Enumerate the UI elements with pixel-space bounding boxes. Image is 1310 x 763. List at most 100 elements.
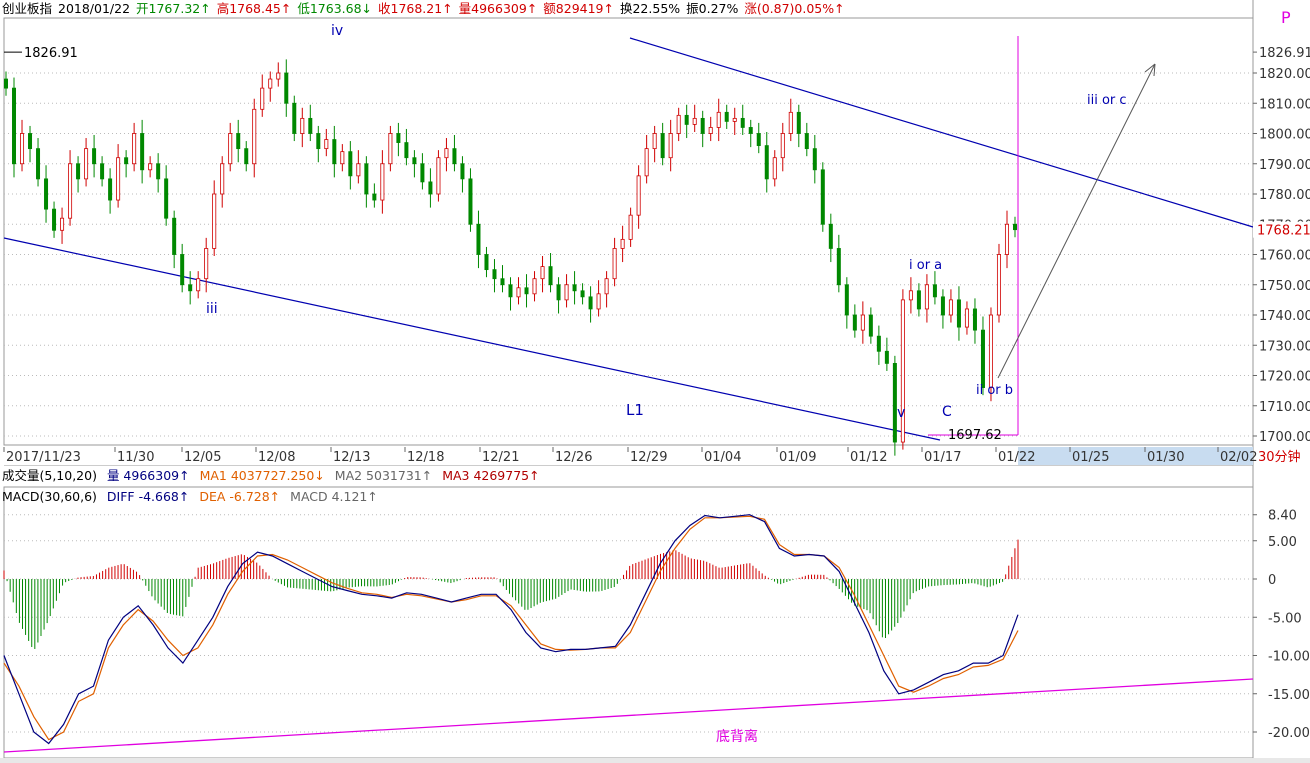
candle-body bbox=[380, 163, 385, 201]
time-tick-label: 12/26 bbox=[555, 450, 592, 465]
candle-body bbox=[428, 181, 433, 195]
close-price: 收1768.21↑ bbox=[378, 1, 453, 16]
candle-body bbox=[236, 133, 241, 150]
candle-body bbox=[52, 208, 57, 231]
time-tick-label: 12/08 bbox=[258, 450, 295, 465]
candle-body bbox=[484, 254, 489, 271]
candle-body bbox=[492, 269, 497, 280]
price-tick-label: 1700.00 bbox=[1259, 430, 1310, 445]
candle-body bbox=[796, 111, 801, 134]
candle-body bbox=[532, 278, 537, 295]
candle-body bbox=[716, 111, 721, 128]
candle-body bbox=[36, 148, 41, 180]
candle-body bbox=[772, 157, 777, 180]
time-tick-label: 11/30 bbox=[117, 450, 154, 465]
candle-body bbox=[300, 117, 305, 134]
macd-tick-label: -20.00 bbox=[1268, 726, 1310, 741]
candle-body bbox=[516, 287, 521, 298]
candle-body bbox=[668, 133, 673, 159]
candle-body bbox=[828, 223, 833, 249]
candle-body bbox=[996, 254, 1001, 316]
candle-body bbox=[180, 254, 185, 286]
upper-channel-line bbox=[629, 37, 1254, 228]
candle-body bbox=[260, 87, 265, 110]
divergence-trend-line bbox=[3, 678, 1254, 753]
candle-body bbox=[92, 148, 97, 165]
wave-label-C: C bbox=[942, 404, 952, 420]
candle-body bbox=[452, 148, 457, 165]
time-tick-label: 01/22 bbox=[998, 450, 1035, 465]
candle-body bbox=[164, 178, 169, 219]
candle-body bbox=[116, 157, 121, 201]
wave-label-iii-or-c: iii or c bbox=[1087, 93, 1127, 108]
candle-body bbox=[28, 133, 33, 150]
candle-body bbox=[932, 284, 937, 298]
candle-body bbox=[692, 117, 697, 125]
macd-diff: DIFF -4.668↑ bbox=[106, 489, 190, 504]
macd-frame bbox=[3, 486, 1254, 759]
candle-body bbox=[676, 114, 681, 134]
candle-body bbox=[748, 127, 753, 134]
volume-indicator-line: 成交量(5,10,20) 量 4966309↑ MA1 4037727.250↓… bbox=[2, 468, 546, 484]
macd-value: MACD 4.121↑ bbox=[290, 489, 378, 504]
candle-body bbox=[540, 266, 545, 280]
candle-body bbox=[20, 133, 25, 165]
price-tick-label: 1800.00 bbox=[1259, 128, 1310, 143]
candle-body bbox=[732, 117, 737, 122]
macd-title[interactable]: MACD(30,60,6) bbox=[2, 489, 97, 504]
candle-body bbox=[628, 214, 633, 240]
candle-body bbox=[564, 284, 569, 301]
candle-body bbox=[788, 111, 793, 134]
volume-ma3: MA3 4269775↑ bbox=[442, 468, 540, 483]
macd-tick-label: -10.00 bbox=[1268, 650, 1310, 665]
index-name: 创业板指 bbox=[2, 1, 53, 16]
candle-body bbox=[148, 163, 153, 171]
candle-body bbox=[100, 163, 105, 180]
candle-body bbox=[212, 193, 217, 249]
candle-body bbox=[724, 111, 729, 122]
macd-tick-label: 5.00 bbox=[1268, 535, 1297, 550]
candle-body bbox=[956, 299, 961, 328]
candle-body bbox=[476, 223, 481, 255]
quote-date: 2018/01/22 bbox=[58, 1, 131, 16]
candle-body bbox=[892, 362, 897, 443]
candle-body bbox=[292, 102, 297, 134]
price-tick-label: 1820.00 bbox=[1259, 67, 1310, 82]
candle-body bbox=[548, 266, 553, 286]
volume-title[interactable]: 成交量(5,10,20) bbox=[2, 468, 97, 483]
candle-body bbox=[964, 308, 969, 328]
wave-label-ii-or-b: ii or b bbox=[976, 383, 1013, 398]
candle-body bbox=[404, 142, 409, 159]
chart-canvas: 1826.91 1820.00 1810.00 1800.00 1790.00 1780.… bbox=[0, 0, 1310, 763]
period-label: 30分钟 bbox=[1258, 449, 1301, 465]
candle-body bbox=[836, 248, 841, 286]
price-tick-label: 1750.00 bbox=[1259, 279, 1310, 294]
price-tick-label: 1730.00 bbox=[1259, 339, 1310, 354]
candle-body bbox=[364, 163, 369, 195]
candle-body bbox=[940, 296, 945, 316]
corner-p-label[interactable]: P bbox=[1281, 8, 1291, 27]
time-tick-label: 01/12 bbox=[850, 450, 887, 465]
candle-body bbox=[132, 133, 137, 165]
candle-body bbox=[780, 133, 785, 159]
time-tick-label: 01/30 bbox=[1147, 450, 1184, 465]
time-tick-label: 12/21 bbox=[482, 450, 519, 465]
candle-body bbox=[252, 108, 257, 165]
candle-body bbox=[916, 290, 921, 310]
diff-line bbox=[3, 514, 1019, 745]
candle-body bbox=[396, 133, 401, 143]
open-price: 开1767.32↑ bbox=[136, 1, 211, 16]
high-price-annotation: 1826.91 bbox=[24, 46, 78, 61]
candle-body bbox=[444, 148, 449, 159]
candle-body bbox=[756, 133, 761, 147]
candle-body bbox=[388, 133, 393, 165]
time-tick-label: 02/02 bbox=[1220, 450, 1257, 465]
candle-body bbox=[76, 163, 81, 180]
candle-body bbox=[876, 335, 881, 352]
candle-body bbox=[420, 163, 425, 183]
candle-body bbox=[868, 314, 873, 337]
candle-body bbox=[980, 329, 985, 388]
candle-body bbox=[820, 169, 825, 225]
amount-value: 额829419↑ bbox=[543, 1, 614, 16]
time-tick-label: 01/04 bbox=[704, 450, 741, 465]
